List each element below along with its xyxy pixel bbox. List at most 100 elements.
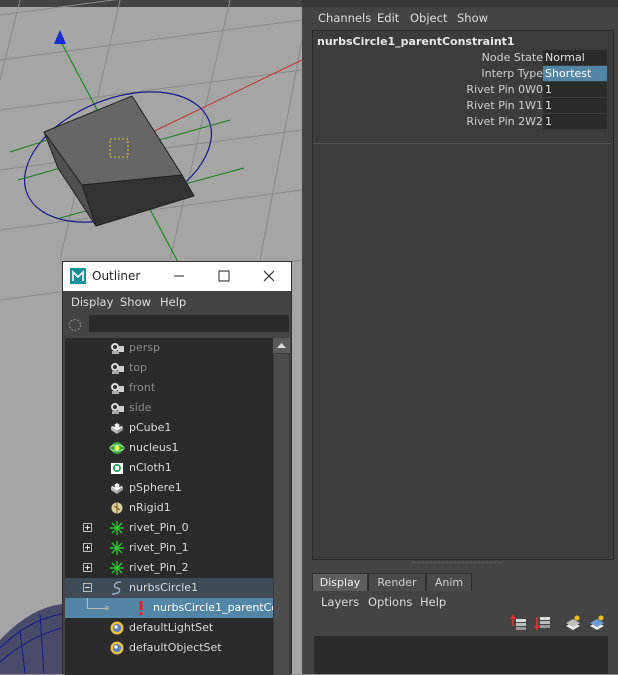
tab-display[interactable]: Display — [312, 573, 368, 591]
nurbs-curve-icon — [111, 581, 122, 595]
outliner-row[interactable]: defaultObjectSet — [65, 638, 273, 658]
outliner-row[interactable]: nCloth1 — [65, 458, 273, 478]
node-name-header[interactable]: nurbsCircle1_parentConstraint1 — [317, 35, 515, 48]
menu-help[interactable]: Help — [420, 595, 446, 609]
attr-value[interactable]: 1 — [543, 114, 607, 129]
attr-label: Rivet Pin 0W0 — [466, 83, 543, 96]
outliner-row[interactable]: nurbsCircle1_parentConst — [65, 598, 273, 618]
attr-value[interactable]: Shortest — [543, 66, 607, 81]
outliner-item-label: pSphere1 — [129, 481, 182, 494]
attr-row-rivet-pin-0[interactable]: Rivet Pin 0W0 1 — [313, 82, 609, 98]
sphere-wireframe — [0, 604, 63, 674]
panel-splitter[interactable] — [412, 562, 502, 567]
menu-help[interactable]: Help — [160, 295, 186, 309]
outliner-title: Outliner — [92, 269, 141, 283]
attr-row-interp-type[interactable]: Interp Type Shortest — [313, 66, 609, 82]
create-layer-from-selected-icon[interactable] — [588, 614, 606, 632]
outliner-item-label: defaultObjectSet — [129, 641, 222, 654]
outliner-item-label: nurbsCircle1 — [129, 581, 199, 594]
rivet-locator-icon — [110, 541, 124, 555]
channel-box-divider — [313, 143, 611, 144]
outliner-row[interactable]: pCube1 — [65, 418, 273, 438]
attr-label: Node State — [481, 51, 543, 64]
outliner-row[interactable]: defaultLightSet — [65, 618, 273, 638]
outliner-scrollbar[interactable] — [273, 338, 290, 675]
attr-label: Interp Type — [481, 67, 543, 80]
tab-render[interactable]: Render — [368, 573, 426, 591]
set-icon — [110, 641, 124, 655]
attr-label: Rivet Pin 2W2 — [466, 115, 543, 128]
attr-value[interactable]: 1 — [543, 98, 607, 113]
menu-layers[interactable]: Layers — [321, 595, 359, 609]
minimize-icon[interactable] — [169, 266, 189, 286]
rivet-locator-icon — [110, 521, 124, 535]
close-icon[interactable] — [259, 266, 279, 286]
outliner-row[interactable]: pSphere1 — [65, 478, 273, 498]
outliner-row[interactable]: persp — [65, 338, 273, 358]
outliner-list[interactable]: persp top front side pCube1 nucleus1 nCloth1 pS… — [65, 338, 273, 675]
outliner-item-label: defaultLightSet — [129, 621, 214, 634]
outliner-row[interactable]: rivet_Pin_1 — [65, 538, 273, 558]
menu-show[interactable]: Show — [457, 11, 488, 25]
outliner-item-label: top — [129, 361, 148, 374]
search-input[interactable] — [89, 315, 289, 332]
attr-row-rivet-pin-2[interactable]: Rivet Pin 2W2 1 — [313, 114, 609, 130]
scroll-up-button[interactable] — [273, 338, 290, 353]
move-layer-down-icon[interactable] — [534, 614, 552, 632]
menu-display[interactable]: Display — [71, 295, 113, 309]
outliner-item-label: nRigid1 — [129, 501, 171, 514]
attr-row-node-state[interactable]: Node State Normal — [313, 50, 609, 66]
menu-show[interactable]: Show — [120, 295, 151, 309]
attr-value[interactable]: Normal — [543, 50, 607, 65]
layer-list[interactable] — [314, 636, 608, 674]
scrollbar-thumb[interactable] — [274, 354, 289, 675]
rivet-locator-icon — [110, 561, 124, 575]
camera-icon — [111, 343, 124, 354]
outliner-titlebar[interactable]: Outliner — [63, 262, 291, 291]
outliner-row[interactable]: nucleus1 — [65, 438, 273, 458]
outliner-row[interactable]: side — [65, 398, 273, 418]
outliner-item-label: side — [129, 401, 152, 414]
outliner-row[interactable]: nRigid1 — [65, 498, 273, 518]
outliner-row[interactable]: top — [65, 358, 273, 378]
filter-icon[interactable] — [68, 318, 82, 332]
collapse-icon[interactable] — [83, 583, 92, 592]
camera-icon — [111, 383, 124, 394]
expand-icon[interactable] — [83, 543, 92, 552]
menu-options[interactable]: Options — [368, 595, 412, 609]
outliner-item-label: nucleus1 — [129, 441, 179, 454]
outliner-item-label: persp — [129, 341, 160, 354]
ncloth-icon — [111, 463, 123, 474]
outliner-item-label: pCube1 — [129, 421, 172, 434]
panel-titlebar — [302, 0, 618, 7]
layer-editor-menubar: Layers Options Help — [312, 592, 612, 612]
outliner-item-label: rivet_Pin_1 — [129, 541, 189, 554]
set-icon — [110, 621, 124, 635]
chevron-up-icon — [277, 343, 286, 348]
outliner-row[interactable]: rivet_Pin_0 — [65, 518, 273, 538]
channel-box: nurbsCircle1_parentConstraint1 Node Stat… — [312, 30, 614, 560]
outliner-row[interactable]: front — [65, 378, 273, 398]
channel-box-menubar: Channels Edit Object Show — [302, 8, 618, 30]
nucleus-icon — [109, 442, 125, 454]
maya-app-icon — [70, 268, 86, 284]
camera-icon — [111, 363, 124, 374]
create-empty-layer-icon[interactable] — [564, 614, 582, 632]
mesh-icon — [111, 483, 123, 494]
attr-value[interactable]: 1 — [543, 82, 607, 97]
tab-anim[interactable]: Anim — [426, 573, 472, 591]
outliner-row[interactable]: rivet_Pin_2 — [65, 558, 273, 578]
maximize-icon[interactable] — [214, 266, 234, 286]
expand-icon[interactable] — [83, 563, 92, 572]
outliner-row[interactable]: nurbsCircle1 — [65, 578, 273, 598]
mesh-icon — [111, 423, 123, 434]
outliner-item-label: rivet_Pin_0 — [129, 521, 189, 534]
menu-edit[interactable]: Edit — [377, 11, 399, 25]
menu-object[interactable]: Object — [410, 11, 447, 25]
nrigid-icon — [111, 502, 123, 514]
expand-icon[interactable] — [83, 523, 92, 532]
menu-channels[interactable]: Channels — [318, 11, 371, 25]
outliner-window: Outliner Display Show Help persp top front… — [62, 261, 292, 675]
move-layer-up-icon[interactable] — [510, 614, 528, 632]
attr-row-rivet-pin-1[interactable]: Rivet Pin 1W1 1 — [313, 98, 609, 114]
